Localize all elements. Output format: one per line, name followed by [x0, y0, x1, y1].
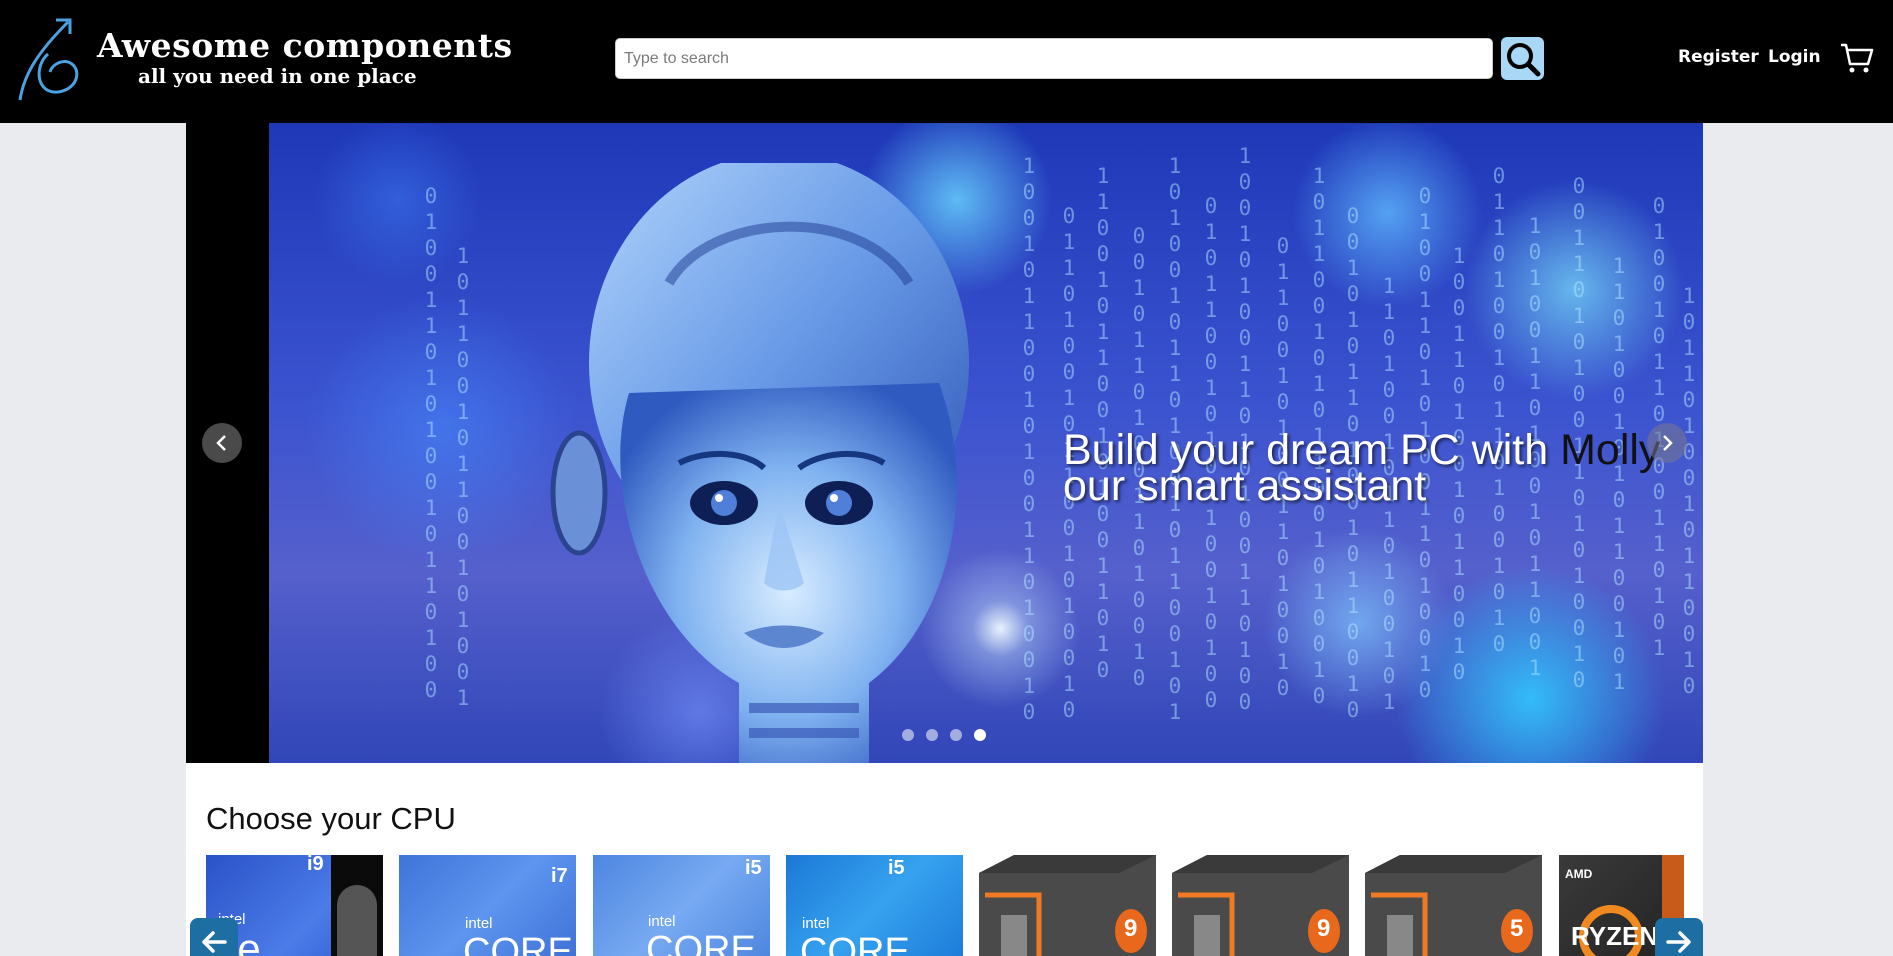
cpu-card[interactable]: i5 intel CORE [786, 855, 963, 956]
arrow-left-icon [202, 931, 227, 953]
cpu-badge: 5 [1510, 915, 1524, 942]
arrow-logo-icon[interactable] [12, 14, 88, 104]
cpu-carousel-prev-button[interactable] [190, 918, 238, 956]
brand-title[interactable]: Awesome components [97, 26, 513, 65]
robot-head-illustration [550, 163, 969, 763]
slide-indicators [902, 729, 986, 741]
hero-carousel: 0 1 0 0 1 1 0 1 0 1 0 0 1 0 1 1 0 1 0 0 … [186, 123, 1703, 763]
cpu-name: CORE [646, 929, 756, 956]
cpu-name: CORE [800, 931, 910, 956]
cpu-carousel: i9 intel ore i7 intel CORE i5 intel CORE… [206, 855, 1684, 956]
cpu-brand: intel [465, 915, 493, 932]
cpu-section: Choose your CPU i9 intel ore i7 intel CO… [186, 763, 1703, 956]
hero-next-button[interactable] [1647, 423, 1687, 463]
search-button[interactable] [1501, 37, 1544, 80]
cpu-badge: i9 [307, 855, 324, 875]
site-header: Awesome components all you need in one p… [0, 0, 1893, 123]
cpu-name: RYZEN [1571, 921, 1659, 951]
cpu-card[interactable]: i5 intel CORE [593, 855, 770, 956]
brand-tagline: all you need in one place [138, 64, 417, 88]
cpu-badge: 9 [1124, 915, 1138, 942]
hero-caption-name: Molly [1560, 426, 1661, 474]
arrow-right-icon [1666, 931, 1691, 953]
section-title: Choose your CPU [206, 801, 456, 836]
cpu-brand: intel [802, 915, 830, 932]
hero-prev-button[interactable] [202, 423, 242, 463]
search-input[interactable] [615, 38, 1493, 79]
cpu-card[interactable]: 9 [1172, 855, 1349, 956]
cpu-badge: i5 [888, 857, 905, 879]
cpu-card[interactable]: 9 [979, 855, 1156, 956]
cpu-carousel-next-button[interactable] [1655, 918, 1703, 956]
login-link[interactable]: Login [1768, 47, 1821, 67]
cpu-card[interactable]: i7 intel CORE [399, 855, 576, 956]
cpu-badge: 9 [1317, 915, 1331, 942]
slide-dot-3[interactable] [950, 729, 962, 741]
cpu-badge: AMD [1565, 867, 1593, 881]
slide-dot-1[interactable] [902, 729, 914, 741]
cpu-name: CORE [463, 931, 573, 956]
chevron-right-icon [1663, 435, 1673, 451]
register-link[interactable]: Register [1678, 47, 1759, 67]
hero-caption: Build your dream PC with Molly our smart… [1063, 429, 1660, 508]
search-icon [1506, 42, 1540, 76]
cpu-badge: i7 [551, 865, 568, 887]
cpu-badge: i5 [745, 857, 762, 879]
chevron-left-icon [216, 435, 226, 451]
hero-caption-line2: our smart assistant [1063, 462, 1427, 510]
cpu-card[interactable]: 5 [1365, 855, 1542, 956]
cpu-brand: intel [648, 913, 676, 930]
slide-dot-2[interactable] [926, 729, 938, 741]
slide-dot-4[interactable] [974, 729, 986, 741]
cart-icon[interactable] [1840, 42, 1874, 74]
